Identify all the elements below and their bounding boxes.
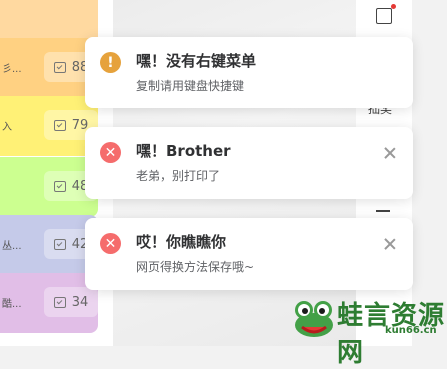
calendar-check-icon: [53, 180, 66, 192]
list-card[interactable]: 入 79: [0, 96, 98, 156]
watermark-url: kun66.cn: [385, 325, 437, 336]
site-watermark: 蛙言资源网 kun66.cn: [290, 295, 447, 368]
toast-title: 嘿！没有右键菜单: [136, 52, 257, 70]
toast-message: 老弟，别打印了: [136, 169, 221, 183]
count-value: 34: [71, 294, 89, 310]
list-card[interactable]: 酷... 34: [0, 273, 98, 333]
toast-message: 网页得换方法保存哦~: [136, 260, 255, 274]
toast-title: 嘿！Brother: [136, 142, 231, 160]
list-card[interactable]: 彡... 88: [0, 38, 98, 98]
calendar-check-icon: [53, 119, 66, 131]
card-snippet: 丛...: [2, 241, 22, 252]
warning-icon: !: [100, 52, 121, 73]
calendar-check-icon: [53, 296, 66, 308]
toast-message: 复制请用键盘快捷键: [136, 79, 245, 93]
list-card[interactable]: 丛... 42: [0, 215, 98, 275]
toast-no-context-menu: ! 嘿！没有右键菜单 复制请用键盘快捷键: [85, 37, 413, 108]
card-snippet: 酷...: [2, 299, 22, 310]
card-snippet: 入: [2, 122, 12, 133]
menu-icon[interactable]: [376, 210, 390, 212]
calendar-icon[interactable]: [376, 4, 396, 24]
calendar-check-icon: [53, 238, 66, 250]
toast-no-save: ✕ 哎！你瞧瞧你 网页得换方法保存哦~: [85, 218, 413, 290]
notification-dot: [391, 4, 396, 9]
frog-logo-icon: [295, 301, 333, 337]
error-icon: ✕: [100, 142, 121, 163]
error-icon: ✕: [100, 233, 121, 254]
card-snippet: 彡...: [2, 64, 22, 75]
close-icon[interactable]: [383, 146, 397, 160]
toast-title: 哎！你瞧瞧你: [136, 233, 227, 251]
count-chip: 34: [44, 287, 98, 317]
close-icon[interactable]: [383, 237, 397, 251]
toast-no-print: ✕ 嘿！Brother 老弟，别打印了: [85, 127, 413, 199]
calendar-check-icon: [53, 61, 66, 73]
list-card[interactable]: 48: [0, 157, 98, 217]
